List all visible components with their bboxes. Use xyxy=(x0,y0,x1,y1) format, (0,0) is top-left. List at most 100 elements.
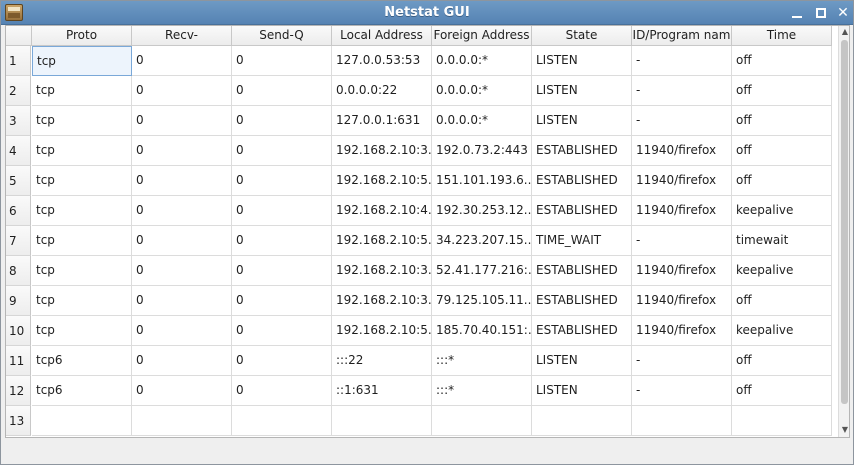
row-header[interactable]: 1 xyxy=(6,46,31,76)
table-cell[interactable]: 0.0.0.0:22 xyxy=(332,76,432,106)
row-header[interactable]: 12 xyxy=(6,376,31,406)
table-cell[interactable]: tcp xyxy=(32,256,132,286)
table-cell[interactable]: tcp6 xyxy=(32,346,132,376)
table-cell[interactable]: 151.101.193.6... xyxy=(432,166,532,196)
table-cell[interactable]: 0 xyxy=(132,136,232,166)
column-header[interactable]: Local Address xyxy=(332,26,432,46)
table-cell[interactable]: 79.125.105.11... xyxy=(432,286,532,316)
table-cell[interactable]: tcp xyxy=(32,166,132,196)
corner-header[interactable] xyxy=(6,26,32,46)
table-cell[interactable]: 185.70.40.151:... xyxy=(432,316,532,346)
column-header[interactable]: ID/Program nam xyxy=(632,26,732,46)
table-cell[interactable]: 192.168.2.10:5... xyxy=(332,316,432,346)
close-icon[interactable]: ✕ xyxy=(833,3,853,23)
table-cell[interactable]: off xyxy=(732,76,832,106)
table-cell[interactable]: LISTEN xyxy=(532,46,632,76)
row-header[interactable]: 5 xyxy=(6,166,31,196)
table-cell[interactable] xyxy=(732,406,832,436)
table-cell[interactable]: 0 xyxy=(232,136,332,166)
table-cell[interactable]: off xyxy=(732,106,832,136)
table-cell[interactable]: off xyxy=(732,376,832,406)
table-cell[interactable]: keepalive xyxy=(732,196,832,226)
table-cell[interactable]: 0 xyxy=(232,256,332,286)
table-cell[interactable]: ESTABLISHED xyxy=(532,316,632,346)
table-cell[interactable]: :::* xyxy=(432,346,532,376)
table-cell[interactable]: 0 xyxy=(132,46,232,76)
table-cell[interactable]: - xyxy=(632,46,732,76)
table-cell[interactable]: tcp xyxy=(32,106,132,136)
table-cell[interactable]: tcp xyxy=(32,286,132,316)
table-cell[interactable]: 0 xyxy=(132,196,232,226)
table-cell[interactable]: - xyxy=(632,346,732,376)
table-cell[interactable]: 11940/firefox xyxy=(632,166,732,196)
table-cell[interactable]: 11940/firefox xyxy=(632,316,732,346)
arrow-up-icon[interactable]: ▲ xyxy=(840,27,849,37)
table-cell[interactable]: 192.168.2.10:4... xyxy=(332,196,432,226)
table-cell[interactable]: 11940/firefox xyxy=(632,286,732,316)
arrow-down-icon[interactable]: ▼ xyxy=(840,425,849,435)
table-cell[interactable]: ESTABLISHED xyxy=(532,256,632,286)
row-header[interactable]: 6 xyxy=(6,196,31,226)
table-cell[interactable]: off xyxy=(732,346,832,376)
table-cell[interactable]: - xyxy=(632,226,732,256)
title-bar[interactable]: Netstat GUI ✕ xyxy=(1,1,853,25)
table-cell[interactable]: LISTEN xyxy=(532,346,632,376)
table-cell[interactable] xyxy=(332,406,432,436)
table-cell[interactable]: off xyxy=(732,46,832,76)
table-cell[interactable]: 0 xyxy=(132,76,232,106)
table-cell[interactable]: 0 xyxy=(132,286,232,316)
table-cell[interactable]: 192.168.2.10:3... xyxy=(332,286,432,316)
table-cell[interactable]: tcp xyxy=(32,316,132,346)
table-cell[interactable]: 0.0.0.0:* xyxy=(432,46,532,76)
table-cell[interactable] xyxy=(632,406,732,436)
table-cell[interactable]: timewait xyxy=(732,226,832,256)
row-header[interactable]: 2 xyxy=(6,76,31,106)
table-cell[interactable]: 192.0.73.2:443 xyxy=(432,136,532,166)
table-cell[interactable]: 34.223.207.15... xyxy=(432,226,532,256)
table-cell[interactable]: :::22 xyxy=(332,346,432,376)
column-header[interactable]: Send-Q xyxy=(232,26,332,46)
row-header[interactable]: 13 xyxy=(6,406,31,436)
table-cell[interactable]: 127.0.0.53:53 xyxy=(332,46,432,76)
table-cell[interactable] xyxy=(532,406,632,436)
table-cell[interactable]: 11940/firefox xyxy=(632,196,732,226)
table-cell[interactable]: 0.0.0.0:* xyxy=(432,106,532,136)
table-cell[interactable]: 192.168.2.10:5... xyxy=(332,226,432,256)
table-cell[interactable]: 0 xyxy=(132,256,232,286)
table-cell[interactable]: ESTABLISHED xyxy=(532,136,632,166)
table-cell[interactable]: LISTEN xyxy=(532,376,632,406)
table-cell[interactable]: tcp xyxy=(32,136,132,166)
table-cell[interactable]: - xyxy=(632,76,732,106)
vertical-scrollbar[interactable]: ▲ ▼ xyxy=(838,26,849,437)
row-header[interactable]: 3 xyxy=(6,106,31,136)
table-cell[interactable]: 52.41.177.216:... xyxy=(432,256,532,286)
table-cell[interactable] xyxy=(432,406,532,436)
table-cell[interactable]: 0 xyxy=(232,166,332,196)
table-cell[interactable]: ESTABLISHED xyxy=(532,196,632,226)
table-cell[interactable]: 0 xyxy=(232,286,332,316)
table-cell[interactable]: tcp xyxy=(32,226,132,256)
table-cell[interactable]: keepalive xyxy=(732,316,832,346)
table-cell[interactable]: 127.0.0.1:631 xyxy=(332,106,432,136)
column-header[interactable]: Recv- xyxy=(132,26,232,46)
table-cell[interactable]: tcp xyxy=(32,46,132,76)
table-cell[interactable]: 11940/firefox xyxy=(632,136,732,166)
table-cell[interactable]: 0 xyxy=(232,226,332,256)
table-cell[interactable] xyxy=(132,406,232,436)
row-header[interactable]: 7 xyxy=(6,226,31,256)
table-cell[interactable]: off xyxy=(732,166,832,196)
connections-table[interactable]: ▲ ▼ Proto Recv- Send-Q Local Address Foreign… xyxy=(5,25,850,438)
column-header[interactable]: Time xyxy=(732,26,832,46)
table-cell[interactable]: tcp xyxy=(32,196,132,226)
column-header[interactable]: Foreign Address xyxy=(432,26,532,46)
table-cell[interactable]: 0 xyxy=(132,166,232,196)
table-cell[interactable]: TIME_WAIT xyxy=(532,226,632,256)
table-cell[interactable]: LISTEN xyxy=(532,106,632,136)
table-cell[interactable]: LISTEN xyxy=(532,76,632,106)
column-header[interactable]: Proto xyxy=(32,26,132,46)
row-header[interactable]: 8 xyxy=(6,256,31,286)
table-cell[interactable] xyxy=(32,406,132,436)
row-header[interactable]: 11 xyxy=(6,346,31,376)
table-cell[interactable]: - xyxy=(632,106,732,136)
table-cell[interactable]: 192.30.253.12... xyxy=(432,196,532,226)
